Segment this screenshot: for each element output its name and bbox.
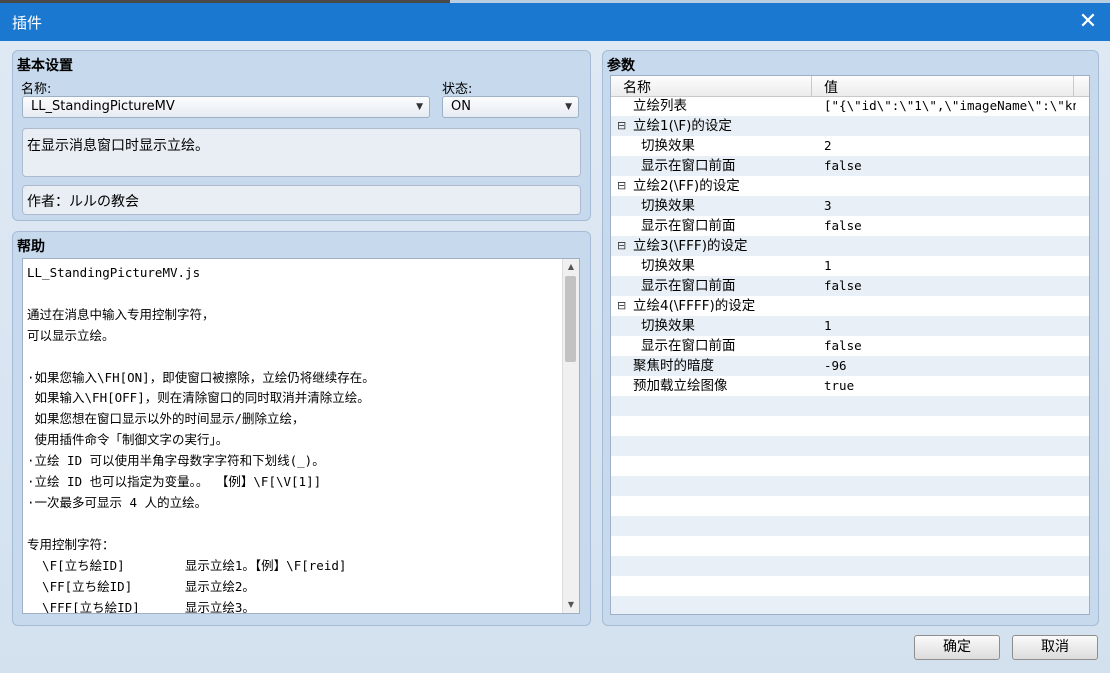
param-name: 显示在窗口前面: [641, 218, 736, 234]
empty-row: [611, 436, 1089, 456]
param-group-row[interactable]: ⊟ 立绘3(\FFF)的设定: [611, 236, 1089, 256]
param-name: 切换效果: [641, 258, 695, 274]
col-name-header[interactable]: 名称: [623, 77, 651, 97]
params-table[interactable]: 名称 值 立绘列表 ["{\"id\":\"1\",\"imageName\":\…: [610, 75, 1090, 615]
empty-row: [611, 536, 1089, 556]
status-value: ON: [451, 99, 471, 114]
help-scrollbar[interactable]: ▲ ▼: [562, 259, 579, 613]
param-name: 显示在窗口前面: [641, 158, 736, 174]
collapse-toggle-icon[interactable]: ⊟: [617, 296, 626, 316]
ok-button[interactable]: 确定: [914, 635, 1000, 660]
param-value: false: [824, 278, 862, 293]
param-row[interactable]: 切换效果 3: [611, 196, 1089, 216]
param-value: ["{\"id\":\"1\",\"imageName\":\"kn…: [824, 98, 1076, 113]
help-title: 帮助: [17, 239, 45, 255]
name-label: 名称:: [21, 82, 52, 97]
param-row[interactable]: 切换效果 1: [611, 256, 1089, 276]
param-value: 1: [824, 258, 832, 273]
empty-row: [611, 456, 1089, 476]
param-row[interactable]: 显示在窗口前面 false: [611, 156, 1089, 176]
param-group-row[interactable]: ⊟ 立绘4(\FFFF)的设定: [611, 296, 1089, 316]
param-name: 立绘1(\F)的设定: [633, 118, 732, 134]
empty-row: [611, 516, 1089, 536]
param-name: 切换效果: [641, 318, 695, 334]
param-row[interactable]: 显示在窗口前面 false: [611, 336, 1089, 356]
param-row[interactable]: 聚焦时的暗度 -96: [611, 356, 1089, 376]
collapse-toggle-icon[interactable]: ⊟: [617, 176, 626, 196]
description-text: 在显示消息窗口时显示立绘。: [27, 138, 209, 154]
basic-settings-group: 基本设置 名称: LL_StandingPictureMV ▼ 状态: ON ▼…: [12, 50, 591, 221]
close-icon[interactable]: ✕: [1072, 6, 1104, 38]
plugin-name-combo[interactable]: LL_StandingPictureMV ▼: [22, 96, 430, 118]
plugin-name-value: LL_StandingPictureMV: [31, 99, 175, 114]
param-row[interactable]: 预加载立绘图像 true: [611, 376, 1089, 396]
param-value: 1: [824, 318, 832, 333]
status-label: 状态:: [442, 82, 473, 97]
top-strip: [0, 0, 1110, 3]
param-row[interactable]: 切换效果 2: [611, 136, 1089, 156]
param-value: true: [824, 378, 855, 393]
plugin-author: 作者：ルルの教会: [22, 185, 581, 215]
col-value-header[interactable]: 值: [824, 77, 838, 97]
scroll-thumb[interactable]: [565, 276, 576, 362]
param-group-row[interactable]: ⊟ 立绘2(\FF)的设定: [611, 176, 1089, 196]
author-text: 作者：ルルの教会: [27, 194, 139, 210]
param-name: 切换效果: [641, 198, 695, 214]
param-name: 预加载立绘图像: [633, 378, 728, 394]
param-value: 3: [824, 198, 832, 213]
empty-row: [611, 476, 1089, 496]
chevron-down-icon: ▼: [416, 102, 423, 112]
param-name: 立绘3(\FFF)的设定: [633, 238, 748, 254]
help-textbox[interactable]: LL_StandingPictureMV.js 通过在消息中输入专用控制字符， …: [22, 258, 580, 614]
plugin-description: 在显示消息窗口时显示立绘。: [22, 128, 581, 177]
column-divider: [811, 76, 812, 96]
empty-row: [611, 556, 1089, 576]
param-name: 立绘列表: [633, 98, 687, 114]
param-name: 立绘4(\FFFF)的设定: [633, 298, 756, 314]
dialog-body: 基本设置 名称: LL_StandingPictureMV ▼ 状态: ON ▼…: [0, 41, 1110, 673]
param-name: 立绘2(\FF)的设定: [633, 178, 740, 194]
empty-row: [611, 596, 1089, 614]
basic-settings-title: 基本设置: [17, 58, 73, 74]
window-title: 插件: [12, 14, 43, 32]
param-value: 2: [824, 138, 832, 153]
help-text: LL_StandingPictureMV.js 通过在消息中输入专用控制字符， …: [27, 265, 375, 614]
params-title: 参数: [607, 58, 635, 74]
empty-row: [611, 416, 1089, 436]
scroll-up-icon[interactable]: ▲: [563, 259, 579, 275]
empty-row: [611, 576, 1089, 596]
column-divider: [1073, 76, 1074, 96]
empty-row: [611, 496, 1089, 516]
param-name: 显示在窗口前面: [641, 278, 736, 294]
param-row[interactable]: 显示在窗口前面 false: [611, 216, 1089, 236]
chevron-down-icon: ▼: [565, 102, 572, 112]
param-name: 聚焦时的暗度: [633, 358, 714, 374]
param-row[interactable]: 立绘列表 ["{\"id\":\"1\",\"imageName\":\"kn…: [611, 96, 1089, 116]
param-row[interactable]: 显示在窗口前面 false: [611, 276, 1089, 296]
status-combo[interactable]: ON ▼: [442, 96, 579, 118]
param-value: false: [824, 338, 862, 353]
param-name: 切换效果: [641, 138, 695, 154]
param-name: 显示在窗口前面: [641, 338, 736, 354]
param-value: false: [824, 218, 862, 233]
empty-row: [611, 396, 1089, 416]
params-table-header: 名称 值: [611, 76, 1089, 97]
top-strip-segment: [450, 0, 1110, 3]
params-rows: 立绘列表 ["{\"id\":\"1\",\"imageName\":\"kn… ⊟…: [611, 96, 1089, 614]
collapse-toggle-icon[interactable]: ⊟: [617, 116, 626, 136]
param-value: -96: [824, 358, 847, 373]
param-row[interactable]: 切换效果 1: [611, 316, 1089, 336]
scroll-down-icon[interactable]: ▼: [563, 597, 579, 613]
collapse-toggle-icon[interactable]: ⊟: [617, 236, 626, 256]
cancel-button[interactable]: 取消: [1012, 635, 1098, 660]
param-group-row[interactable]: ⊟ 立绘1(\F)的设定: [611, 116, 1089, 136]
window-titlebar: 插件 ✕: [0, 0, 1110, 41]
param-value: false: [824, 158, 862, 173]
